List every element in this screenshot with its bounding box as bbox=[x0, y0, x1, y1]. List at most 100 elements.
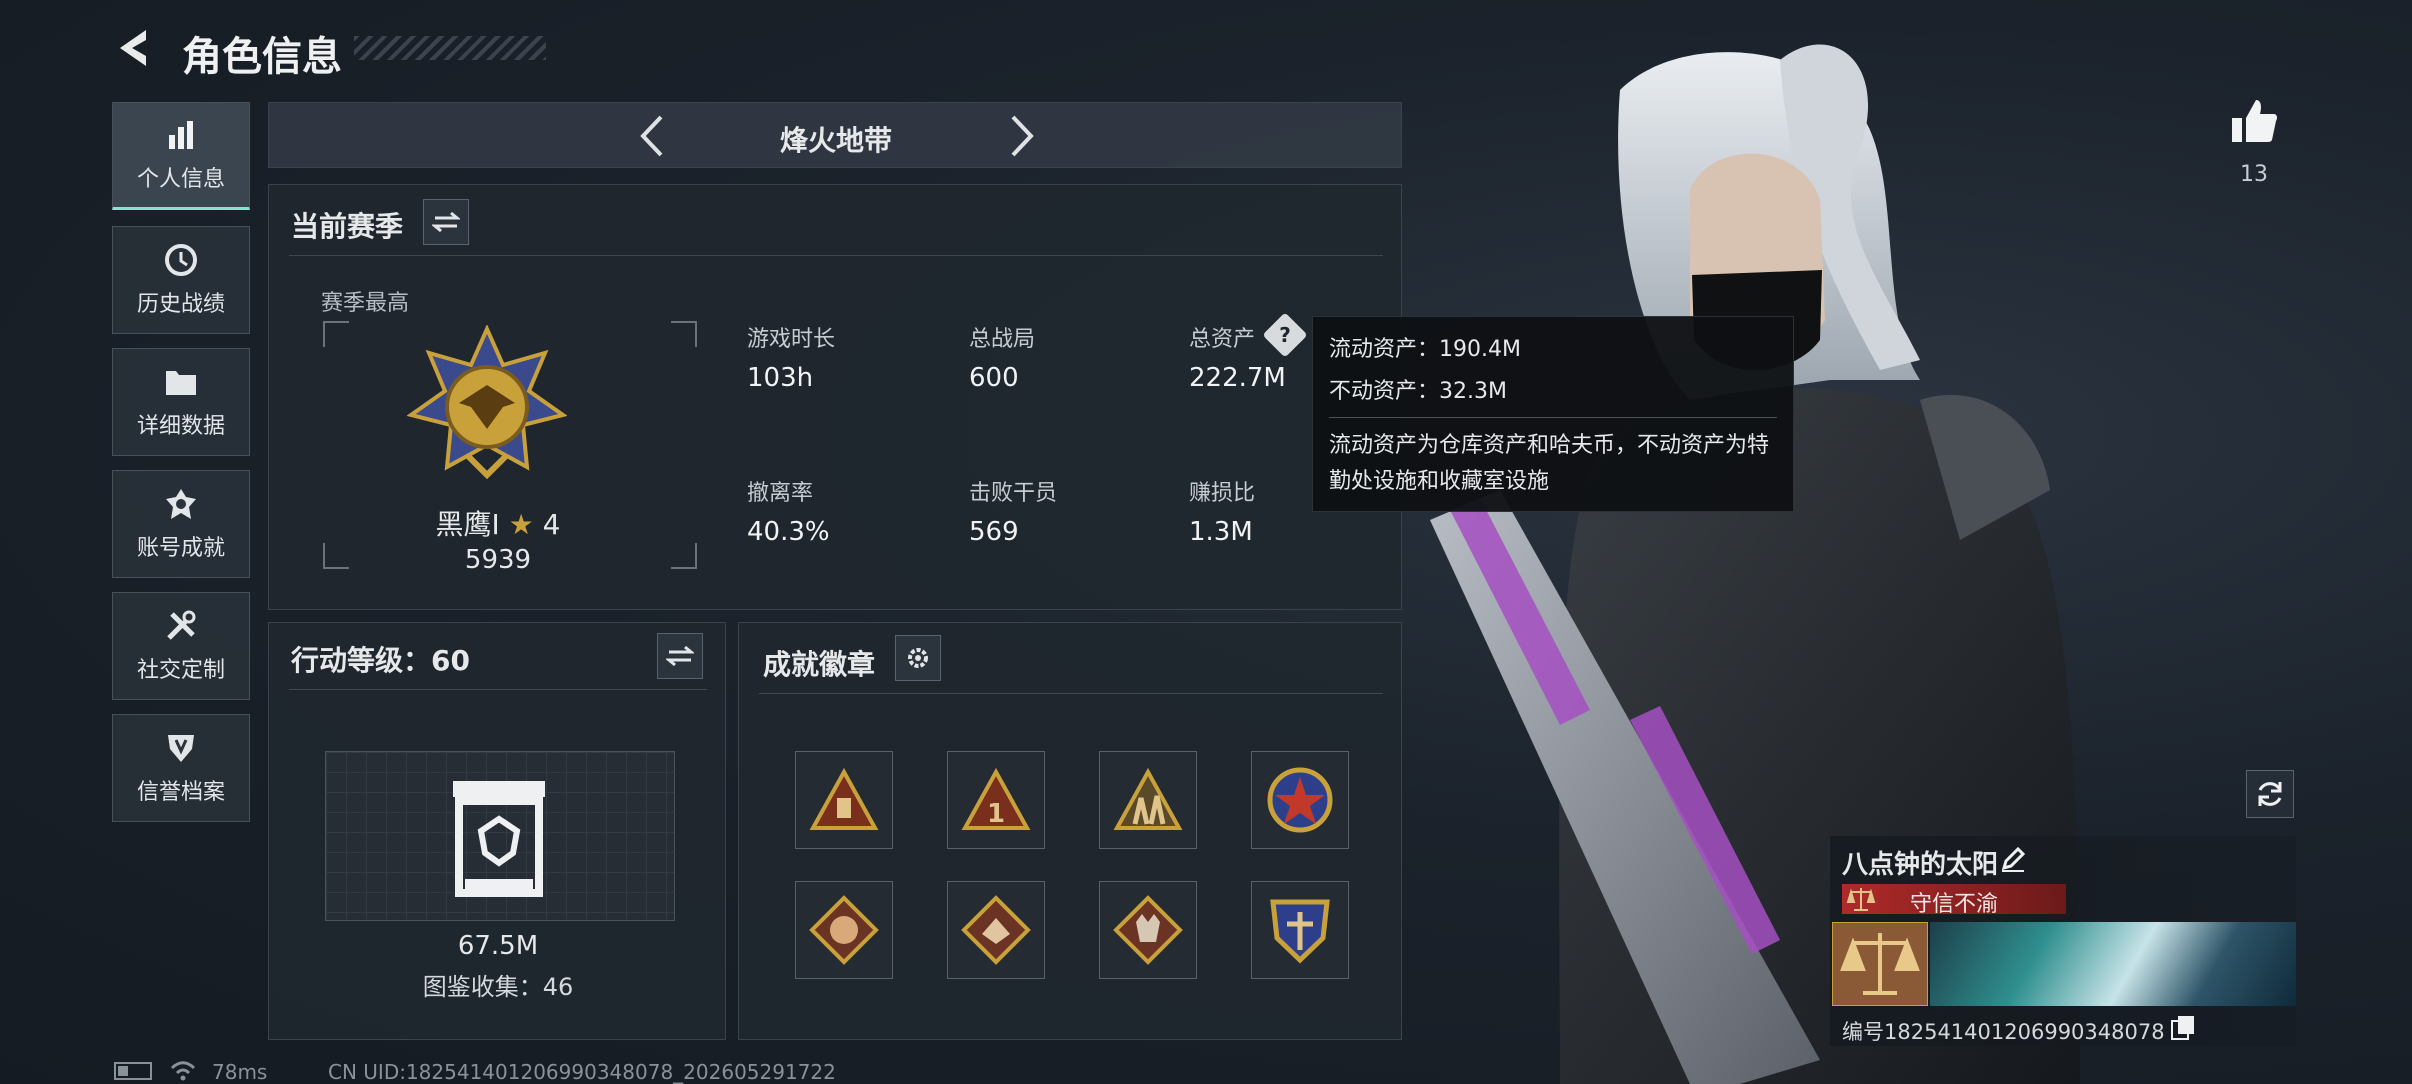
chevron-right-icon bbox=[1011, 115, 1034, 157]
achievement-badge[interactable] bbox=[1251, 751, 1349, 849]
stat-label: 赚损比 bbox=[1189, 481, 1256, 506]
sidebar-item-achievements[interactable]: 账号成就 bbox=[112, 470, 250, 578]
switch-icon bbox=[666, 645, 694, 667]
tooltip-description: 流动资产为仓库资产和哈夫币，不动资产为特勤处设施和收藏室设施 bbox=[1329, 433, 1770, 494]
reputation-bar: 守信不渝 bbox=[1842, 884, 2066, 917]
achievement-badge[interactable]: 1 bbox=[947, 751, 1045, 849]
rank-emblem-icon bbox=[407, 325, 567, 480]
sidebar-item-detailed-data[interactable]: 详细数据 bbox=[112, 348, 250, 456]
mode-title: 烽火地带 bbox=[779, 124, 892, 157]
star-icon: ★ bbox=[508, 508, 534, 541]
stat-label: 击败干员 bbox=[969, 481, 1058, 506]
triangle-badge-icon bbox=[809, 768, 879, 830]
tools-icon bbox=[163, 608, 199, 644]
copy-id-button[interactable] bbox=[2170, 1014, 2198, 1042]
name-card-banner bbox=[1930, 922, 2296, 1006]
divider bbox=[759, 693, 1383, 694]
stat-label: 撤离率 bbox=[747, 481, 814, 506]
frame-corner bbox=[671, 543, 697, 569]
soldiers-badge-icon bbox=[1113, 768, 1183, 830]
beast-badge-icon bbox=[961, 895, 1031, 965]
action-level-panel: 行动等级：60 67.5M 图鉴收集：46 bbox=[268, 622, 726, 1040]
achievement-icon bbox=[163, 486, 199, 522]
ping-label: 78ms bbox=[212, 1060, 268, 1084]
frame-corner bbox=[323, 321, 349, 347]
achievement-badge[interactable] bbox=[1099, 881, 1197, 979]
stat-value: 569 bbox=[969, 517, 1019, 547]
sidebar-item-personal-info[interactable]: 个人信息 bbox=[112, 102, 250, 210]
collection-value: 67.5M bbox=[457, 931, 539, 961]
like-button[interactable] bbox=[2228, 96, 2280, 148]
season-best-label: 赛季最高 bbox=[321, 291, 410, 316]
shield-icon bbox=[163, 730, 199, 766]
history-icon bbox=[163, 242, 199, 278]
achievements-panel: 成就徽章 1 bbox=[738, 622, 1402, 1040]
divider bbox=[1329, 417, 1777, 418]
achievements-settings-button[interactable] bbox=[895, 635, 941, 681]
bar-chart-icon bbox=[163, 117, 199, 153]
dragon-badge-icon bbox=[809, 895, 879, 965]
frame-corner bbox=[671, 321, 697, 347]
reputation-label: 守信不渝 bbox=[1909, 892, 1998, 917]
switch-icon bbox=[432, 211, 460, 233]
reputation-emblem bbox=[1832, 922, 1928, 1006]
achievement-badge[interactable] bbox=[795, 881, 893, 979]
sidebar-item-label: 信誉档案 bbox=[136, 780, 225, 805]
battery-icon bbox=[114, 1062, 152, 1080]
player-id: 编号182541401206990348078 bbox=[1842, 1020, 2165, 1044]
gear-icon bbox=[908, 648, 928, 668]
wifi-icon bbox=[170, 1061, 196, 1081]
divider bbox=[289, 255, 1383, 256]
triangle-badge-icon: 1 bbox=[961, 768, 1031, 830]
rank-line: 黑鹰I ★ 4 bbox=[325, 503, 671, 543]
copy-icon bbox=[2171, 1016, 2194, 1040]
like-count: 13 bbox=[2240, 162, 2268, 187]
sidebar-item-label: 个人信息 bbox=[136, 167, 225, 192]
sidebar-item-label: 详细数据 bbox=[136, 414, 225, 439]
stat-value: 222.7M bbox=[1189, 363, 1286, 393]
help-icon[interactable]: ? bbox=[1262, 312, 1308, 358]
stat-label: 总战局 bbox=[969, 327, 1036, 352]
refresh-icon bbox=[2258, 782, 2282, 806]
divider bbox=[289, 689, 707, 690]
player-card: 八点钟的太阳 守信不渝 编号182541401206990348078 bbox=[1830, 836, 2296, 1046]
achievement-badge[interactable] bbox=[1251, 881, 1349, 979]
svg-text:1: 1 bbox=[987, 799, 1005, 829]
season-switch-button[interactable] bbox=[423, 199, 469, 245]
shield-badge-icon bbox=[1270, 899, 1330, 964]
sidebar-item-social[interactable]: 社交定制 bbox=[112, 592, 250, 700]
folder-icon bbox=[163, 364, 199, 400]
mode-switcher: 烽火地带 bbox=[268, 102, 1402, 168]
achievement-badge[interactable] bbox=[947, 881, 1045, 979]
sidebar-item-label: 账号成就 bbox=[136, 536, 225, 561]
wolf-badge-icon bbox=[1113, 895, 1183, 965]
player-name: 八点钟的太阳 bbox=[1842, 850, 1999, 880]
edit-icon bbox=[2001, 846, 2026, 872]
achievement-badge[interactable] bbox=[1099, 751, 1197, 849]
sidebar-item-history[interactable]: 历史战绩 bbox=[112, 226, 250, 334]
title-decoration bbox=[354, 36, 546, 60]
season-panel: 当前赛季 赛季最高 黑鹰I ★ 4 5939 游戏时长 103h 总战局 600… bbox=[268, 184, 1402, 610]
rank-name: 黑鹰I bbox=[435, 508, 500, 541]
thumbs-up-icon bbox=[2232, 100, 2278, 142]
scales-icon bbox=[1840, 933, 1920, 995]
stat-value: 600 bbox=[969, 363, 1019, 393]
collection-count: 图鉴收集：46 bbox=[422, 973, 574, 1001]
stat-label: 总资产 bbox=[1189, 327, 1256, 352]
uid-label: CN UID:182541401206990348078_20260529172… bbox=[328, 1060, 836, 1084]
stat-value: 103h bbox=[747, 363, 814, 393]
sidebar-item-reputation[interactable]: 信誉档案 bbox=[112, 714, 250, 822]
tooltip-liquid-assets: 流动资产：190.4M bbox=[1329, 337, 1521, 362]
asset-tooltip: 流动资产：190.4M 不动资产：32.3M 流动资产为仓库资产和哈夫币，不动资… bbox=[1312, 316, 1794, 512]
stat-label: 游戏时长 bbox=[747, 327, 836, 352]
achievement-badge[interactable] bbox=[795, 751, 893, 849]
action-level-switch-button[interactable] bbox=[657, 633, 703, 679]
season-title: 当前赛季 bbox=[291, 210, 404, 243]
back-button[interactable] bbox=[112, 26, 156, 70]
next-mode-button[interactable] bbox=[995, 111, 1045, 161]
collection-vault-icon bbox=[453, 781, 545, 897]
edit-name-button[interactable] bbox=[1998, 844, 2030, 876]
rank-stars: 4 bbox=[542, 508, 561, 541]
rotate-character-button[interactable] bbox=[2246, 770, 2294, 818]
sidebar-item-label: 社交定制 bbox=[136, 658, 225, 683]
